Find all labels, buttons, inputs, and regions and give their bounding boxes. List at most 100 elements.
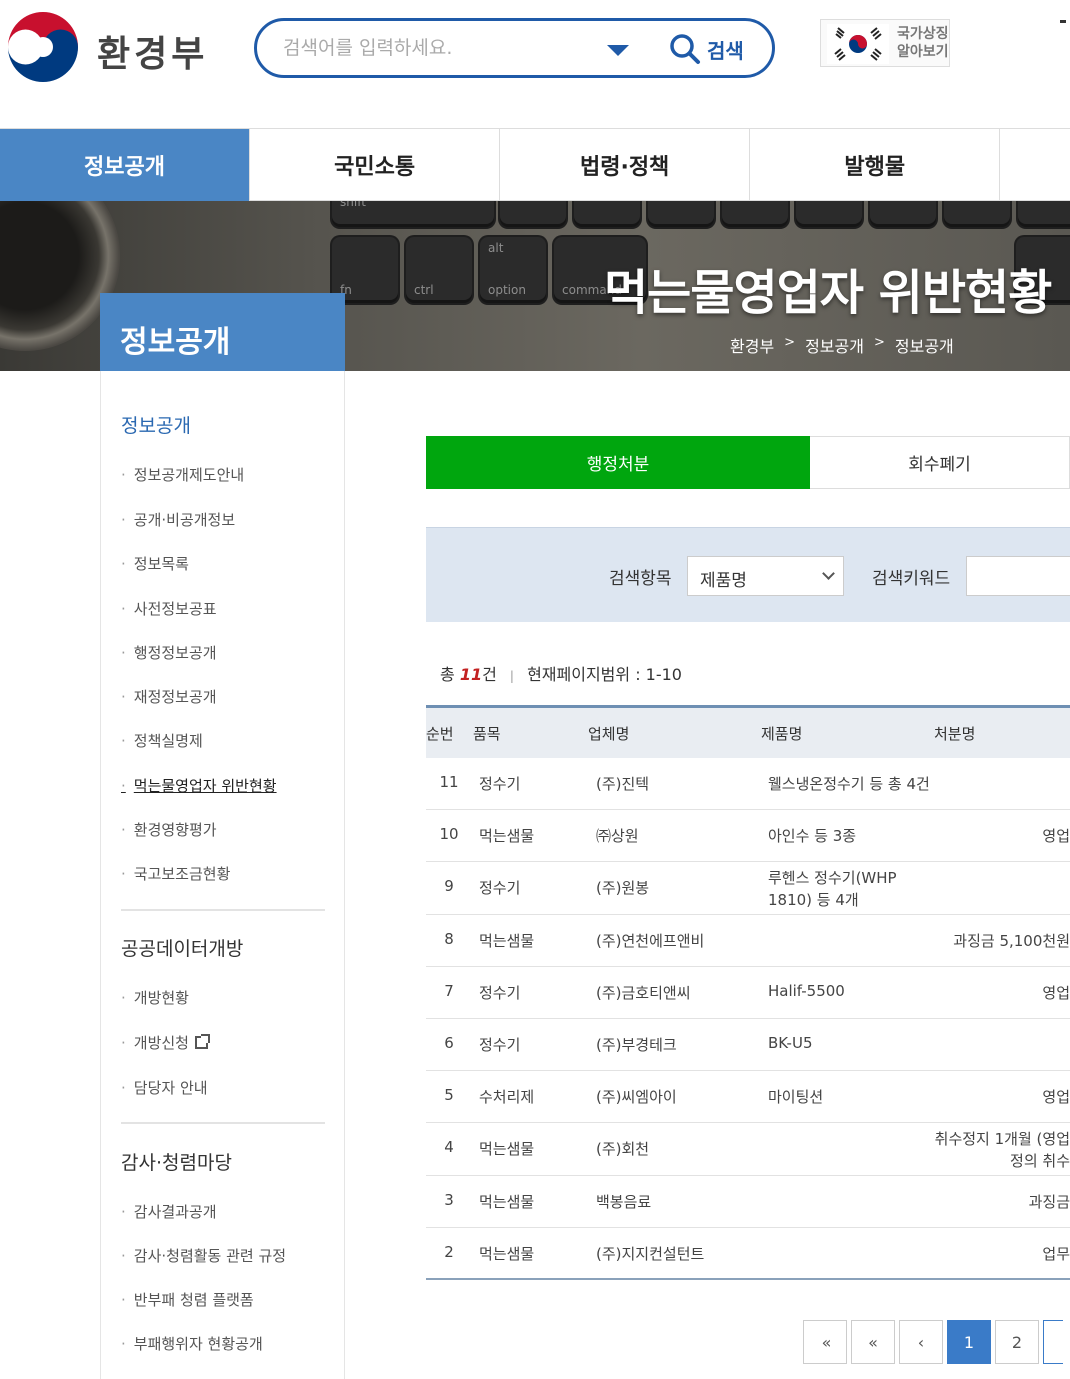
menu-icon[interactable] xyxy=(1060,20,1066,30)
sidebar-item-open-request[interactable]: 개방신청 xyxy=(121,1032,210,1053)
gnb-item-law-policy[interactable]: 법령·정책 xyxy=(500,129,751,201)
table-row[interactable]: 11 정수기 (주)진텍 웰스냉온정수기 등 총 4건 xyxy=(426,758,1070,811)
sidebar-section-open-data[interactable]: 공공데이터개방 xyxy=(121,934,243,961)
row-number: 11 xyxy=(439,773,459,791)
table-row[interactable]: 5 수처리제 (주)씨엠아이 마이팅션 영업 xyxy=(426,1071,1070,1124)
chevron-down-icon xyxy=(822,567,835,580)
first-page-button[interactable]: « xyxy=(803,1320,847,1364)
main-navigation: 정보공개 국민소통 법령·정책 발행물 xyxy=(0,128,1070,201)
search-keyword-input[interactable] xyxy=(966,556,1070,596)
sidebar-item-subsidy[interactable]: 국고보조금현황 xyxy=(121,863,231,884)
column-header-product: 제품명 xyxy=(761,725,803,743)
sidebar-section-audit[interactable]: 감사·청렴마당 xyxy=(121,1148,232,1175)
sidebar-section-info-disclosure[interactable]: 정보공개 xyxy=(121,411,191,438)
breadcrumb-item-current[interactable]: 정보공개 xyxy=(895,333,954,357)
keyboard-key xyxy=(1018,201,1070,227)
keyboard-key xyxy=(944,201,1010,227)
flag-label-line1: 국가상징 xyxy=(897,26,949,42)
row-company: ㈜상원 xyxy=(596,827,639,846)
page-button[interactable]: 1 xyxy=(947,1320,991,1364)
violation-table: 순번 품목 업체명 제품명 처분명 11 정수기 (주)진텍 웰스냉온정수기 등 총 … xyxy=(426,705,1070,1280)
sidebar-item-public-private-info[interactable]: 공개·비공개정보 xyxy=(121,509,235,530)
breadcrumb-item[interactable]: 정보공개 xyxy=(805,333,864,357)
search-button-label: 검색 xyxy=(707,38,744,63)
tab-admin-action[interactable]: 행정처분 xyxy=(426,436,810,489)
pagination: « « ‹ 1 2 xyxy=(803,1320,1063,1364)
table-row[interactable]: 8 먹는샘물 (주)연천에프앤비 과징금 5,100천원 xyxy=(426,915,1070,967)
count-number: 11 xyxy=(459,665,483,684)
table-row[interactable]: 9 정수기 (주)원봉 루헨스 정수기(WHP 1810) 등 4개 xyxy=(426,862,1070,915)
row-number: 10 xyxy=(439,825,459,844)
page-button[interactable] xyxy=(1043,1320,1063,1364)
search-category-dropdown-icon[interactable] xyxy=(607,45,629,56)
government-logo-icon[interactable] xyxy=(4,8,82,86)
sidebar-item-contact[interactable]: 담당자 안내 xyxy=(121,1077,208,1098)
count-suffix: 건 xyxy=(482,665,497,684)
keyboard-key xyxy=(648,201,714,227)
row-disposition: 취수정지 1개월 (영업 정의 취수 xyxy=(935,1128,1070,1172)
tab-recall[interactable]: 회수폐기 xyxy=(810,436,1070,489)
table-row[interactable]: 2 먹는샘물 (주)지지컨설턴트 업무 xyxy=(426,1228,1070,1280)
keyboard-key: ctrl xyxy=(406,237,472,303)
chevron-left-icon: ‹ xyxy=(917,1332,925,1352)
column-header-disposition: 처분명 xyxy=(934,725,976,743)
page-range: 현재페이지범위 : 1-10 xyxy=(527,665,682,684)
row-item: 먹는샘물 xyxy=(479,1244,535,1263)
sidebar-item-disclosure-guide[interactable]: 정보공개제도안내 xyxy=(121,464,244,485)
row-product: 아인수 등 3종 xyxy=(768,827,857,846)
sidebar-item-corruption-status[interactable]: 부패행위자 현황공개 xyxy=(121,1333,263,1354)
row-disposition-line1: 취수정지 1개월 (영업 xyxy=(934,1130,1070,1149)
key-label: option xyxy=(488,283,526,297)
row-company: (주)원봉 xyxy=(596,879,650,898)
table-row[interactable]: 3 먹는샘물 백봉음료 과징금 xyxy=(426,1176,1070,1228)
prev-page-button[interactable]: ‹ xyxy=(899,1320,943,1364)
row-disposition: 영업 xyxy=(1042,827,1070,846)
sidebar-item-pre-announcement[interactable]: 사전정보공표 xyxy=(121,598,217,619)
page-button[interactable]: 2 xyxy=(995,1320,1039,1364)
site-name[interactable]: 환경부 xyxy=(97,25,208,77)
sidebar-item-info-list[interactable]: 정보목록 xyxy=(121,553,189,574)
search-button[interactable]: 검색 xyxy=(669,31,744,67)
gnb-item-communication[interactable]: 국민소통 xyxy=(250,129,501,201)
sidebar: 정보공개 정보공개제도안내 공개·비공개정보 정보목록 사전정보공표 행정정보공… xyxy=(100,371,345,1379)
row-company: (주)금호티앤씨 xyxy=(596,983,691,1002)
search-input[interactable] xyxy=(283,33,583,63)
gnb-item-info-disclosure[interactable]: 정보공개 xyxy=(0,129,251,201)
count-prefix: 총 xyxy=(440,665,455,684)
sidebar-divider xyxy=(121,1122,325,1124)
column-header-company: 업체명 xyxy=(588,725,630,743)
prev-group-button[interactable]: « xyxy=(851,1320,895,1364)
site-header: 환경부 검색 국가상징 알아보기 xyxy=(0,0,1070,128)
table-row[interactable]: 7 정수기 (주)금호티앤씨 Halif-5500 영업 xyxy=(426,967,1070,1019)
search-field-select[interactable]: 제품명 xyxy=(687,556,844,596)
row-number: 9 xyxy=(444,877,454,896)
sidebar-item-finance-info[interactable]: 재정정보공개 xyxy=(121,686,217,707)
double-chevron-left-icon: « xyxy=(868,1332,878,1352)
sidebar-item-env-impact[interactable]: 환경영향평가 xyxy=(121,819,217,840)
sidebar-item-audit-rules[interactable]: 감사·청렴활동 관련 규정 xyxy=(121,1245,286,1266)
breadcrumb-item-home[interactable]: 환경부 xyxy=(730,333,774,357)
national-symbol-label: 국가상징 알아보기 xyxy=(897,25,949,61)
table-row[interactable]: 10 먹는샘물 ㈜상원 아인수 등 3종 영업 xyxy=(426,810,1070,863)
table-body: 11 정수기 (주)진텍 웰스냉온정수기 등 총 4건 10 먹는샘물 ㈜상원 아인수 등 3… xyxy=(426,758,1070,1280)
row-number: 4 xyxy=(444,1138,454,1157)
page-title: 먹는물영업자 위반현황 xyxy=(604,265,1052,321)
search-bar: 검색 xyxy=(254,18,775,78)
sidebar-item-anticorruption[interactable]: 반부패 청렴 플랫폼 xyxy=(121,1289,254,1310)
row-item: 정수기 xyxy=(479,879,521,898)
gnb-item-more[interactable] xyxy=(1000,129,1070,201)
sidebar-item-water-violations[interactable]: 먹는물영업자 위반현황 xyxy=(121,775,277,796)
sidebar-item-audit-results[interactable]: 감사결과공개 xyxy=(121,1201,217,1222)
row-number: 6 xyxy=(444,1033,454,1052)
sidebar-item-admin-info[interactable]: 행정정보공개 xyxy=(121,642,217,663)
gnb-item-publications[interactable]: 발행물 xyxy=(750,129,1001,201)
keyboard-key xyxy=(722,201,788,227)
row-product: BK-U5 xyxy=(768,1033,813,1052)
table-row[interactable]: 6 정수기 (주)부경테크 BK-U5 xyxy=(426,1019,1070,1072)
table-row[interactable]: 4 먹는샘물 (주)회천 취수정지 1개월 (영업 정의 취수 xyxy=(426,1123,1070,1176)
sidebar-item-open-status[interactable]: 개방현황 xyxy=(121,987,189,1008)
filter-panel: 검색항목 제품명 검색키워드 xyxy=(426,527,1070,622)
national-symbol-link[interactable]: 국가상징 알아보기 xyxy=(820,19,950,67)
row-product: 루헨스 정수기(WHP 1810) 등 4개 xyxy=(768,867,897,911)
sidebar-item-policy-realname[interactable]: 정책실명제 xyxy=(121,730,203,751)
